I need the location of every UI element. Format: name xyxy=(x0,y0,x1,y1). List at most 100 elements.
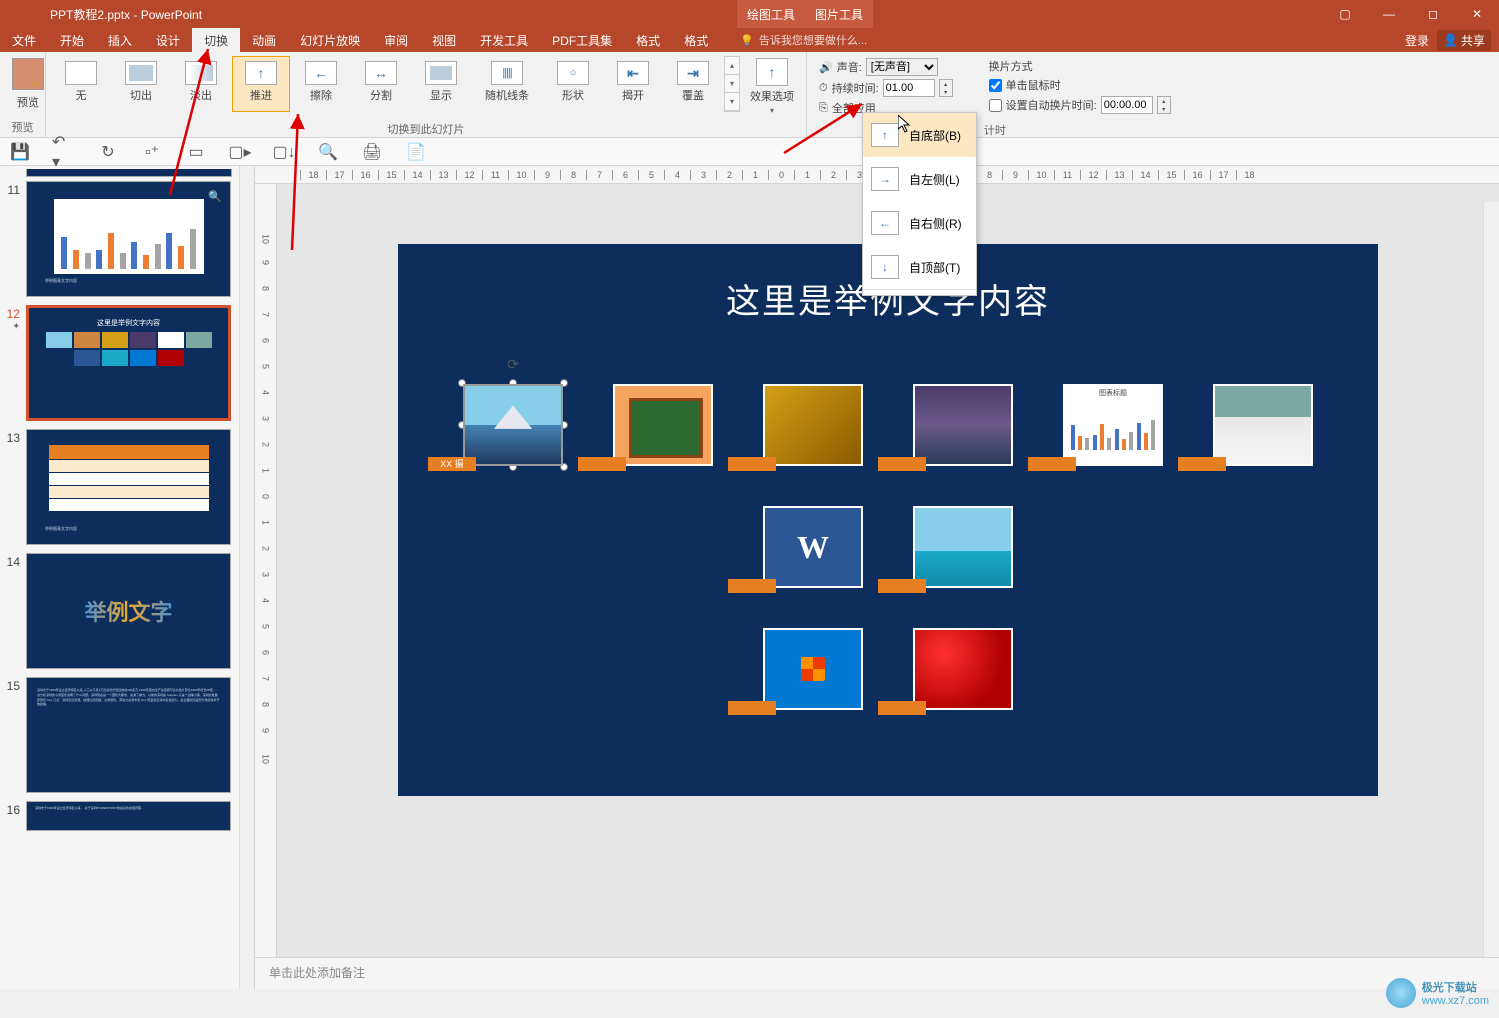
image-doctor[interactable] xyxy=(1213,384,1313,466)
transition-cover[interactable]: ⇥覆盖 xyxy=(664,56,722,112)
tab-format-picture[interactable]: 格式 xyxy=(672,28,720,52)
tab-home[interactable]: 开始 xyxy=(48,28,96,52)
share-button[interactable]: 👤 共享 xyxy=(1437,30,1491,51)
tab-pdf[interactable]: PDF工具集 xyxy=(540,28,624,52)
watermark-name: 极光下载站 xyxy=(1422,979,1489,995)
notes-pane[interactable]: 单击此处添加备注 xyxy=(255,957,1499,989)
thumbnail-panel[interactable]: 11 🔍 举例图表文字内容 12 ✦ 这里是举例文字内容 xyxy=(0,166,255,989)
drawing-tools-tab[interactable]: 绘图工具 xyxy=(737,0,805,28)
image-label-6[interactable] xyxy=(1178,457,1226,471)
ribbon-tabs: 文件 开始 插入 设计 切换 动画 幻灯片放映 审阅 视图 开发工具 PDF工具… xyxy=(0,28,1499,52)
gallery-down-icon[interactable]: ▾ xyxy=(725,75,739,93)
tell-me-search[interactable]: 💡 告诉我您想要做什么... xyxy=(740,32,867,48)
transition-push[interactable]: ↑推进 xyxy=(232,56,290,112)
duration-input[interactable] xyxy=(883,79,935,97)
image-red-fabric[interactable] xyxy=(913,628,1013,710)
watermark-url: www.xz7.com xyxy=(1422,995,1489,1007)
ribbon-options-icon[interactable]: ▢ xyxy=(1323,0,1367,28)
image-label-8[interactable] xyxy=(878,579,926,593)
image-fuji-label[interactable]: XX 摄 xyxy=(428,457,476,471)
close-icon[interactable]: ✕ xyxy=(1455,0,1499,28)
effect-options-dropdown: ↑ 自底部(B) → 自左侧(L) ← 自右侧(R) ↓ 自顶部(T) xyxy=(862,112,977,296)
image-label-7[interactable] xyxy=(728,579,776,593)
transition-wipe[interactable]: ←擦除 xyxy=(292,56,350,112)
tab-insert[interactable]: 插入 xyxy=(96,28,144,52)
canvas-scroll[interactable]: 这里是举例文字内容 ⟳ xyxy=(277,184,1499,957)
image-label-9[interactable] xyxy=(728,701,776,715)
tab-file[interactable]: 文件 xyxy=(0,28,48,52)
slide-14-preview[interactable]: 举例文字 xyxy=(26,553,231,669)
transition-shape[interactable]: ○形状 xyxy=(544,56,602,112)
on-click-checkbox[interactable] xyxy=(989,79,1002,92)
slide-15-preview[interactable]: 深圳市于1980年设立经济特区以来,人口从不足3万迅速增长到目前的300多万,1… xyxy=(26,677,231,793)
image-fuji[interactable]: ⟳ XX 摄 xyxy=(463,384,563,466)
tab-view[interactable]: 视图 xyxy=(420,28,468,52)
file-icon[interactable]: 📄 xyxy=(404,142,428,162)
tab-animations[interactable]: 动画 xyxy=(240,28,288,52)
chart-inline-title: 图表标题 xyxy=(1065,386,1161,400)
tab-slideshow[interactable]: 幻灯片放映 xyxy=(288,28,372,52)
tab-developer[interactable]: 开发工具 xyxy=(468,28,540,52)
print-icon[interactable]: 🖨 xyxy=(360,142,384,162)
sound-select[interactable]: [无声音] xyxy=(866,58,938,76)
thumbnail-scrollbar[interactable] xyxy=(239,166,254,989)
chart-footer: 举例图表文字内容 xyxy=(45,278,77,284)
duration-spinner[interactable]: ▴▾ xyxy=(939,79,953,97)
gallery-more-icon[interactable]: ▾ xyxy=(725,93,739,111)
image-leaves-chalkboard[interactable] xyxy=(613,384,713,466)
image-label-4[interactable] xyxy=(878,457,926,471)
thumbnail-12[interactable]: 12 ✦ 这里是举例文字内容 xyxy=(0,301,254,425)
image-chart[interactable]: 图表标题 xyxy=(1063,384,1163,466)
image-beach[interactable] xyxy=(913,506,1013,588)
thumbnail-13[interactable]: 13 举例图表文字内容 xyxy=(0,425,254,549)
undo-icon[interactable]: ↶ ▾ xyxy=(52,142,76,162)
tab-review[interactable]: 审阅 xyxy=(372,28,420,52)
image-label-10[interactable] xyxy=(878,701,926,715)
transition-split[interactable]: ↔分割 xyxy=(352,56,410,112)
image-leaf[interactable] xyxy=(763,384,863,466)
vertical-scrollbar[interactable] xyxy=(1483,202,1499,957)
after-checkbox[interactable] xyxy=(989,99,1002,112)
login-link[interactable]: 登录 xyxy=(1405,32,1429,49)
annotation-arrow-2 xyxy=(282,110,322,255)
gallery-up-icon[interactable]: ▴ xyxy=(725,57,739,75)
effect-from-left[interactable]: → 自左侧(L) xyxy=(863,157,976,201)
preview-button[interactable]: 预览 xyxy=(4,54,52,114)
minimize-icon[interactable]: — xyxy=(1367,0,1411,28)
transition-wipe-label: 擦除 xyxy=(310,87,332,103)
tab-format-drawing[interactable]: 格式 xyxy=(624,28,672,52)
image-label-2[interactable] xyxy=(578,457,626,471)
after-input[interactable] xyxy=(1101,96,1153,114)
slide-12-preview[interactable]: 这里是举例文字内容 xyxy=(26,305,231,421)
slide-16-preview[interactable]: 深圳市于1980年设立经济特区以来… 关于深圳POWERPOINT的最初的发展历… xyxy=(26,801,231,831)
save-icon[interactable]: 💾 xyxy=(8,142,32,162)
slide-canvas[interactable]: 这里是举例文字内容 ⟳ xyxy=(398,244,1378,796)
image-red-content xyxy=(913,628,1013,710)
none-icon xyxy=(65,61,97,85)
image-word[interactable] xyxy=(763,506,863,588)
transition-uncover[interactable]: ⇤揭开 xyxy=(604,56,662,112)
thumbnail-15[interactable]: 15 深圳市于1980年设立经济特区以来,人口从不足3万迅速增长到目前的300多… xyxy=(0,673,254,797)
transition-none[interactable]: 无 xyxy=(52,56,110,112)
thumbnail-16[interactable]: 16 深圳市于1980年设立经济特区以来… 关于深圳POWERPOINT的最初的… xyxy=(0,797,254,835)
effect-from-top[interactable]: ↓ 自顶部(T) xyxy=(863,245,976,289)
image-label-3[interactable] xyxy=(728,457,776,471)
redo-icon[interactable]: ↻ xyxy=(96,142,120,162)
transition-reveal[interactable]: 显示 xyxy=(412,56,470,112)
from-beginning-icon[interactable]: ▢▸ xyxy=(228,142,252,162)
rotate-handle-icon[interactable]: ⟳ xyxy=(507,356,519,373)
gallery-scrollbar[interactable]: ▴▾▾ xyxy=(724,56,740,112)
effect-from-bottom[interactable]: ↑ 自底部(B) xyxy=(863,113,976,157)
transition-random-bars[interactable]: |||||随机线条 xyxy=(472,56,542,112)
thumbnail-14[interactable]: 14 举例文字 xyxy=(0,549,254,673)
image-office[interactable] xyxy=(763,628,863,710)
picture-tools-tab[interactable]: 图片工具 xyxy=(805,0,873,28)
image-city[interactable] xyxy=(913,384,1013,466)
slide-13-preview[interactable]: 举例图表文字内容 xyxy=(26,429,231,545)
app-title: PPT教程2.pptx - PowerPoint xyxy=(0,6,737,23)
effect-from-right[interactable]: ← 自右侧(R) xyxy=(863,201,976,245)
image-label-5[interactable] xyxy=(1028,457,1076,471)
maximize-icon[interactable]: ◻ xyxy=(1411,0,1455,28)
after-spinner[interactable]: ▴▾ xyxy=(1157,96,1171,114)
share-label: 共享 xyxy=(1461,32,1485,49)
